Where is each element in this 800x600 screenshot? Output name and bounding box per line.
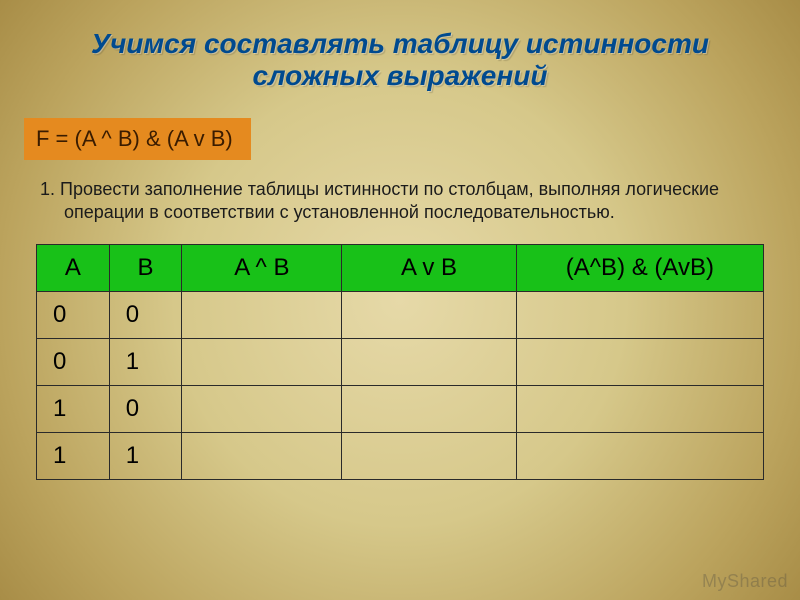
cell-f xyxy=(516,339,763,386)
cell-b: 0 xyxy=(109,386,182,433)
cell-a: 1 xyxy=(37,433,110,480)
cell-b: 1 xyxy=(109,433,182,480)
header-b: B xyxy=(109,245,182,292)
cell-a: 1 xyxy=(37,386,110,433)
slide-title: Учимся составлять таблицу истинности сло… xyxy=(36,28,764,92)
table-header-row: A B A ^ B A v B (A^B) & (AvB) xyxy=(37,245,764,292)
cell-avb xyxy=(342,386,516,433)
slide: Учимся составлять таблицу истинности сло… xyxy=(0,0,800,600)
title-line-2: сложных выражений xyxy=(253,60,548,91)
cell-ab xyxy=(182,386,342,433)
table-row: 0 1 xyxy=(37,339,764,386)
title-line-1: Учимся составлять таблицу истинности xyxy=(91,28,709,59)
cell-f xyxy=(516,292,763,339)
header-a: A xyxy=(37,245,110,292)
cell-f xyxy=(516,386,763,433)
instruction-text: 1. Провести заполнение таблицы истинност… xyxy=(40,178,764,224)
header-a-or-b: A v B xyxy=(342,245,516,292)
cell-avb xyxy=(342,339,516,386)
cell-ab xyxy=(182,292,342,339)
truth-table: A B A ^ B A v B (A^B) & (AvB) 0 0 0 1 xyxy=(36,244,764,480)
instruction-body: Провести заполнение таблицы истинности п… xyxy=(60,179,719,222)
cell-a: 0 xyxy=(37,292,110,339)
table-row: 0 0 xyxy=(37,292,764,339)
cell-f xyxy=(516,433,763,480)
cell-avb xyxy=(342,292,516,339)
cell-b: 0 xyxy=(109,292,182,339)
formula-box: F = (A ^ B) & (A v B) xyxy=(24,118,251,160)
header-a-and-b: A ^ B xyxy=(182,245,342,292)
cell-b: 1 xyxy=(109,339,182,386)
cell-a: 0 xyxy=(37,339,110,386)
instruction-number: 1. xyxy=(40,179,55,199)
table-row: 1 0 xyxy=(37,386,764,433)
cell-avb xyxy=(342,433,516,480)
formula-text: F = (A ^ B) & (A v B) xyxy=(36,126,233,151)
table-row: 1 1 xyxy=(37,433,764,480)
watermark: MyShared xyxy=(702,571,788,592)
cell-ab xyxy=(182,339,342,386)
cell-ab xyxy=(182,433,342,480)
header-f: (A^B) & (AvB) xyxy=(516,245,763,292)
